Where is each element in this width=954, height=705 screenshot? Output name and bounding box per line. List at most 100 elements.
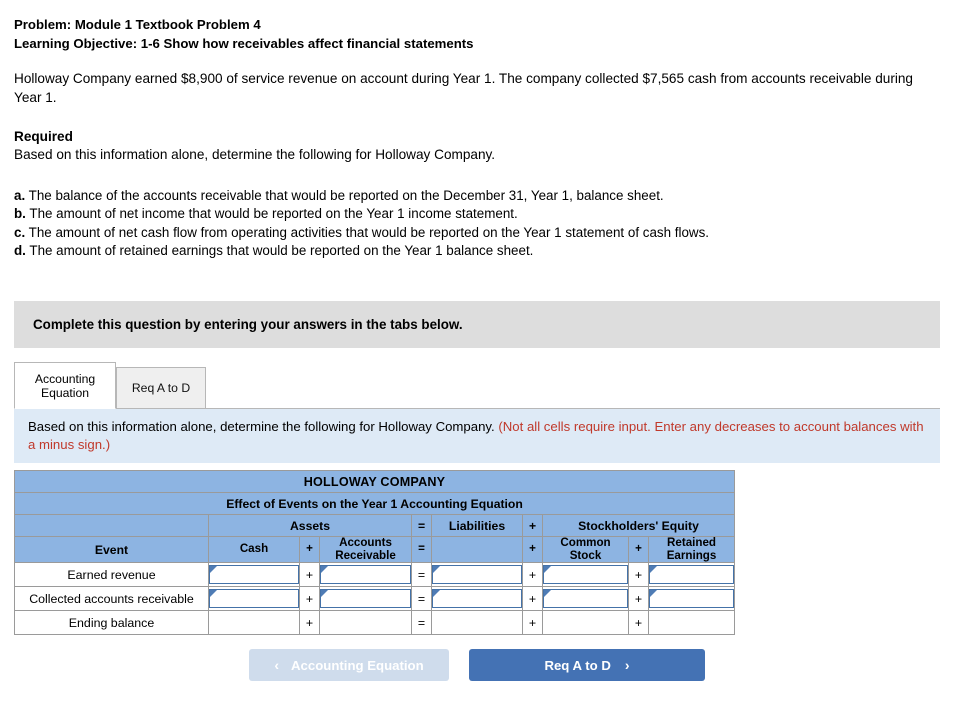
item-text: The amount of net income that would be r… bbox=[29, 206, 518, 221]
operator-equals: = bbox=[411, 586, 432, 611]
group-liabilities: Liabilities bbox=[431, 514, 523, 537]
chevron-right-icon: › bbox=[624, 657, 630, 673]
list-item: c. The amount of net cash flow from oper… bbox=[14, 224, 940, 243]
chevron-left-icon: ‹ bbox=[274, 657, 280, 673]
col-plus-3: + bbox=[628, 536, 649, 563]
input-common-stock-earned-revenue[interactable] bbox=[543, 565, 628, 584]
operator-plus: + bbox=[628, 586, 649, 611]
cell-ar-collected-ar[interactable] bbox=[319, 586, 412, 611]
col-re-line1: Retained bbox=[667, 536, 716, 549]
item-letter: b. bbox=[14, 206, 26, 221]
cell-cash-earned-revenue[interactable] bbox=[208, 562, 300, 587]
scenario-paragraph: Holloway Company earned $8,900 of servic… bbox=[14, 71, 913, 105]
table-row: Collected accounts receivable + = + + bbox=[14, 586, 736, 611]
operator-plus: + bbox=[628, 562, 649, 587]
item-text: The balance of the accounts receivable t… bbox=[28, 187, 664, 203]
problem-heading: Problem: Module 1 Textbook Problem 4 Lea… bbox=[14, 15, 954, 53]
tab-label-line1: Req A to D bbox=[131, 381, 191, 395]
group-blank bbox=[14, 514, 209, 537]
table-group-header-row: Assets = Liabilities + Stockholders' Equ… bbox=[14, 514, 736, 537]
table-subtitle: Effect of Events on the Year 1 Accountin… bbox=[13, 492, 736, 515]
tab-label-line1: Accounting bbox=[34, 371, 96, 386]
tab-label-line2: Equation bbox=[40, 385, 90, 400]
col-event: Event bbox=[14, 536, 209, 563]
col-equals: = bbox=[411, 536, 432, 563]
item-text: The amount of net cash flow from operati… bbox=[28, 224, 709, 240]
required-heading: Required bbox=[14, 129, 73, 144]
table-row: Ending balance + = + + bbox=[14, 610, 736, 635]
col-ar-line2: Receivable bbox=[335, 548, 396, 562]
group-stockholders-equity: Stockholders' Equity bbox=[541, 514, 736, 537]
table-row: Earned revenue + = + + bbox=[14, 562, 736, 587]
col-liabilities bbox=[431, 536, 523, 563]
next-button-label: Req A to D bbox=[544, 657, 611, 673]
cell-ar-earned-revenue[interactable] bbox=[319, 562, 412, 587]
table-column-header-row: Event Cash + Accounts Receivable = + Com… bbox=[14, 536, 736, 563]
col-plus-2: + bbox=[522, 536, 543, 563]
list-item: d. The amount of retained earnings that … bbox=[14, 242, 940, 261]
cell-common-stock-collected-ar[interactable] bbox=[542, 586, 629, 611]
operator-plus: + bbox=[299, 610, 320, 635]
prev-button-label: Accounting Equation bbox=[291, 657, 424, 673]
list-item: b. The amount of net income that would b… bbox=[14, 205, 940, 224]
cell-liabilities-ending-balance bbox=[431, 610, 523, 635]
learning-objective: Learning Objective: 1-6 Show how receiva… bbox=[14, 36, 474, 51]
group-plus: + bbox=[522, 514, 543, 537]
prev-accounting-equation-button[interactable]: ‹ Accounting Equation bbox=[249, 649, 449, 681]
item-letter: a. bbox=[14, 187, 26, 203]
instruction-banner: Complete this question by entering your … bbox=[14, 301, 940, 348]
row-label-collected-ar: Collected accounts receivable bbox=[14, 586, 209, 611]
problem-title: Problem: Module 1 Textbook Problem 4 bbox=[14, 17, 261, 32]
col-cash: Cash bbox=[208, 536, 300, 563]
cell-cash-collected-ar[interactable] bbox=[208, 586, 300, 611]
accounting-equation-table: HOLLOWAY COMPANY Effect of Events on the… bbox=[13, 470, 736, 635]
cell-liabilities-earned-revenue[interactable] bbox=[431, 562, 523, 587]
input-ar-collected-ar[interactable] bbox=[320, 589, 411, 608]
cell-retained-earnings-collected-ar[interactable] bbox=[647, 586, 736, 611]
instruction-banner-text: Complete this question by entering your … bbox=[33, 317, 463, 332]
accounting-equation-table-wrap: HOLLOWAY COMPANY Effect of Events on the… bbox=[13, 470, 736, 635]
col-plus-1: + bbox=[299, 536, 320, 563]
question-page: Problem: Module 1 Textbook Problem 4 Lea… bbox=[0, 15, 954, 705]
input-retained-earnings-earned-revenue[interactable] bbox=[649, 565, 735, 584]
required-subtext: Based on this information alone, determi… bbox=[14, 147, 496, 162]
input-retained-earnings-collected-ar[interactable] bbox=[649, 589, 735, 608]
footer-navigation: ‹ Accounting Equation Req A to D › bbox=[0, 649, 954, 681]
company-title: HOLLOWAY COMPANY bbox=[13, 470, 736, 493]
operator-equals: = bbox=[411, 610, 432, 635]
cell-retained-earnings-earned-revenue[interactable] bbox=[647, 562, 736, 587]
table-title-row: HOLLOWAY COMPANY bbox=[13, 470, 736, 493]
row-label-earned-revenue: Earned revenue bbox=[14, 562, 209, 587]
info-bar-text: Based on this information alone, determi… bbox=[28, 419, 495, 434]
item-letter: d. bbox=[14, 243, 26, 258]
cell-retained-earnings-ending-balance bbox=[647, 610, 736, 635]
cell-common-stock-ending-balance bbox=[542, 610, 629, 635]
group-assets: Assets bbox=[208, 514, 412, 537]
cell-common-stock-earned-revenue[interactable] bbox=[542, 562, 629, 587]
list-item: a. The balance of the accounts receivabl… bbox=[14, 187, 940, 206]
input-liabilities-earned-revenue[interactable] bbox=[432, 565, 522, 584]
operator-plus: + bbox=[522, 586, 543, 611]
cell-ar-ending-balance bbox=[319, 610, 412, 635]
tab-req-a-to-d[interactable]: Req A to D bbox=[116, 367, 206, 409]
col-retained-earnings: Retained Earnings bbox=[647, 536, 736, 563]
operator-plus: + bbox=[522, 562, 543, 587]
tab-accounting-equation[interactable]: Accounting Equation bbox=[14, 362, 116, 409]
item-text: The amount of retained earnings that wou… bbox=[29, 243, 534, 258]
input-ar-earned-revenue[interactable] bbox=[320, 565, 411, 584]
cell-liabilities-collected-ar[interactable] bbox=[431, 586, 523, 611]
col-common-stock: Common Stock bbox=[542, 536, 629, 563]
operator-plus: + bbox=[299, 562, 320, 587]
col-accounts-receivable: Accounts Receivable bbox=[319, 536, 412, 563]
input-cash-earned-revenue[interactable] bbox=[209, 565, 299, 584]
col-ar-line1: Accounts bbox=[339, 536, 392, 549]
input-liabilities-collected-ar[interactable] bbox=[432, 589, 522, 608]
table-subtitle-row: Effect of Events on the Year 1 Accountin… bbox=[13, 492, 736, 515]
input-cash-collected-ar[interactable] bbox=[209, 589, 299, 608]
input-common-stock-collected-ar[interactable] bbox=[543, 589, 628, 608]
operator-plus: + bbox=[299, 586, 320, 611]
tab-bar: Accounting Equation Req A to D bbox=[14, 362, 940, 409]
operator-plus: + bbox=[628, 610, 649, 635]
next-req-a-to-d-button[interactable]: Req A to D › bbox=[469, 649, 705, 681]
info-bar: Based on this information alone, determi… bbox=[14, 409, 940, 463]
